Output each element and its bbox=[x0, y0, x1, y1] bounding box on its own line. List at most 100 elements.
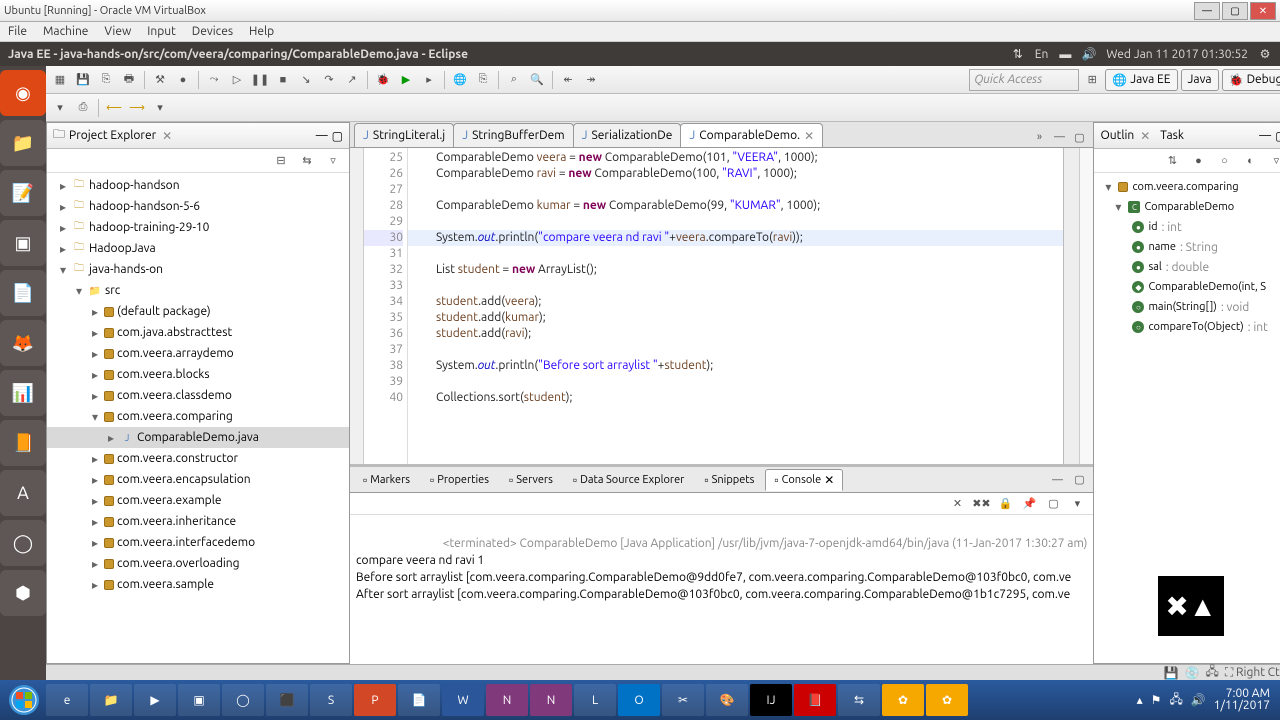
terminate-button[interactable]: ■ bbox=[273, 70, 293, 90]
tree-item[interactable]: ▸🗀hadoop-handson-5-6 bbox=[47, 196, 349, 217]
pdf-icon[interactable]: 📕 bbox=[794, 684, 836, 716]
software-center-icon[interactable]: A bbox=[0, 470, 46, 516]
tree-item[interactable]: ▾📁src bbox=[47, 280, 349, 301]
hide-static-button[interactable]: ○ bbox=[1214, 151, 1234, 171]
firefox-icon[interactable]: 🦊 bbox=[0, 320, 46, 366]
step-return-button[interactable]: ↗ bbox=[342, 70, 362, 90]
annotation-next-button[interactable]: ↠ bbox=[581, 70, 601, 90]
tree-item[interactable]: ▸JComparableDemo.java bbox=[47, 427, 349, 448]
explorer-icon[interactable]: 📁 bbox=[90, 684, 132, 716]
show-list-button[interactable]: » bbox=[1029, 127, 1049, 147]
tree-item[interactable]: ▸com.veera.overloading bbox=[47, 553, 349, 574]
link-editor-button[interactable]: ⇆ bbox=[297, 151, 317, 171]
gotomeeting-icon[interactable]: ✿ bbox=[882, 684, 924, 716]
tree-item[interactable]: ▸🗀hadoop-handson bbox=[47, 175, 349, 196]
intellij-icon[interactable]: IJ bbox=[750, 684, 792, 716]
suspend-button[interactable]: ❚❚ bbox=[250, 70, 270, 90]
app-icon[interactable]: ⬢ bbox=[0, 570, 46, 616]
minimize-console-button[interactable]: — bbox=[1047, 470, 1067, 490]
vb-menu-machine[interactable]: Machine bbox=[43, 25, 88, 38]
minimize-button[interactable]: — bbox=[1194, 2, 1220, 20]
winscp-icon[interactable]: ⇆ bbox=[838, 684, 880, 716]
hide-fields-button[interactable]: ● bbox=[1188, 151, 1208, 171]
run-button[interactable]: ▶ bbox=[396, 70, 416, 90]
clear-console-button[interactable]: ✕ bbox=[947, 494, 967, 514]
new-server-button[interactable]: 🌐 bbox=[450, 70, 470, 90]
skype-icon[interactable]: S bbox=[310, 684, 352, 716]
save-all-button[interactable]: ⎘ bbox=[96, 70, 116, 90]
libreoffice-calc-icon[interactable]: 📊 bbox=[0, 370, 46, 416]
resume-button[interactable]: ▷ bbox=[227, 70, 247, 90]
outlook-icon[interactable]: O bbox=[618, 684, 660, 716]
perspective-debug[interactable]: 🐞Debug bbox=[1222, 69, 1280, 91]
save-icon[interactable]: ⎙ bbox=[73, 98, 93, 118]
code-editor[interactable]: 25262728293031323334353637383940 Compara… bbox=[350, 148, 1093, 464]
console-output[interactable]: <terminated> ComparableDemo [Java Applic… bbox=[350, 515, 1093, 664]
tree-item[interactable]: ▸com.veera.inheritance bbox=[47, 511, 349, 532]
debug-button[interactable]: 🐞 bbox=[373, 70, 393, 90]
tree-item[interactable]: ▸com.veera.blocks bbox=[47, 364, 349, 385]
hide-nonpublic-button[interactable]: ◐ bbox=[1240, 151, 1260, 171]
bottom-tab-snippets[interactable]: ▫Snippets bbox=[695, 469, 763, 491]
network-icon[interactable]: ⇅ bbox=[1011, 47, 1025, 61]
tree-item[interactable]: ▾🗀java-hands-on bbox=[47, 259, 349, 280]
new-wizard-button[interactable]: ▾ bbox=[50, 98, 70, 118]
virtualbox-task-icon[interactable]: ▣ bbox=[178, 684, 220, 716]
tray-network-icon[interactable]: 🖧 bbox=[1169, 690, 1182, 711]
quick-access-input[interactable]: Quick Access bbox=[969, 69, 1079, 91]
close-outline-button[interactable]: ✕ bbox=[1140, 129, 1150, 143]
lync-icon[interactable]: L bbox=[574, 684, 616, 716]
open-console-button[interactable]: ▾ bbox=[1067, 494, 1087, 514]
new-button[interactable]: ▦ bbox=[50, 70, 70, 90]
tree-item[interactable]: ▸com.veera.encapsulation bbox=[47, 469, 349, 490]
tray-chevron-icon[interactable]: ▴ bbox=[1137, 693, 1143, 707]
libreoffice-writer-icon[interactable]: 📄 bbox=[0, 270, 46, 316]
terminal-icon[interactable]: ▣ bbox=[0, 220, 46, 266]
tree-item[interactable]: ▸🗀hadoop-training-29-10 bbox=[47, 217, 349, 238]
putty-icon[interactable]: ⬛ bbox=[266, 684, 308, 716]
remove-all-button[interactable]: ✖✖ bbox=[971, 494, 991, 514]
tree-item[interactable]: ▸(default package) bbox=[47, 301, 349, 322]
task-tab[interactable]: Task bbox=[1160, 129, 1184, 142]
tree-item[interactable]: ▸com.veera.example bbox=[47, 490, 349, 511]
ie-icon[interactable]: e bbox=[46, 684, 88, 716]
vb-menu-input[interactable]: Input bbox=[147, 25, 176, 38]
skip-button[interactable]: ⤳ bbox=[204, 70, 224, 90]
bottom-tab-markers[interactable]: ▫Markers bbox=[354, 469, 419, 491]
tray-volume-icon[interactable]: 🔊 bbox=[1191, 693, 1206, 707]
open-perspective-button[interactable]: ⊞ bbox=[1082, 70, 1102, 90]
bottom-tab-data-source-explorer[interactable]: ▫Data Source Explorer bbox=[564, 469, 693, 491]
close-view-button[interactable]: ✕ bbox=[162, 129, 172, 143]
sort-button[interactable]: ⇅ bbox=[1162, 151, 1182, 171]
save-button[interactable]: 💾 bbox=[73, 70, 93, 90]
outline-menu-button[interactable]: ▿ bbox=[1266, 151, 1280, 171]
dash-icon[interactable]: ◉ bbox=[0, 70, 46, 116]
vb-menu-devices[interactable]: Devices bbox=[192, 25, 233, 38]
maximize-console-button[interactable]: ▢ bbox=[1069, 470, 1089, 490]
gear-icon[interactable]: ⚙ bbox=[1258, 47, 1272, 61]
battery-icon[interactable]: ▬ bbox=[1058, 47, 1072, 61]
powerpoint-icon[interactable]: P bbox=[354, 684, 396, 716]
onenote2-icon[interactable]: N bbox=[530, 684, 572, 716]
run-last-button[interactable]: ▸ bbox=[419, 70, 439, 90]
start-button[interactable] bbox=[4, 684, 44, 716]
maximize-outline-button[interactable]: ▢ bbox=[1275, 129, 1280, 143]
perspective-javaee[interactable]: 🌐Java EE bbox=[1105, 69, 1177, 91]
editor-tab[interactable]: JSerializationDe bbox=[573, 123, 682, 147]
pin-console-button[interactable]: 📌 bbox=[1019, 494, 1039, 514]
tree-item[interactable]: ▾com.veera.comparing bbox=[47, 406, 349, 427]
tree-item[interactable]: ▸🗀HadoopJava bbox=[47, 238, 349, 259]
search-button[interactable]: 🔍 bbox=[527, 70, 547, 90]
step-over-button[interactable]: ↷ bbox=[319, 70, 339, 90]
libreoffice-impress-icon[interactable]: 📙 bbox=[0, 420, 46, 466]
perspective-java[interactable]: Java bbox=[1181, 69, 1219, 91]
project-tree[interactable]: ▸🗀hadoop-handson▸🗀hadoop-handson-5-6▸🗀ha… bbox=[47, 173, 349, 663]
annotation-prev-button[interactable]: ↞ bbox=[558, 70, 578, 90]
gotomeeting2-icon[interactable]: ✿ bbox=[926, 684, 968, 716]
tree-item[interactable]: ▸com.veera.interfacedemo bbox=[47, 532, 349, 553]
tree-item[interactable]: ▸com.veera.sample bbox=[47, 574, 349, 595]
build-button[interactable]: ⚒ bbox=[150, 70, 170, 90]
notepad-icon[interactable]: 📄 bbox=[398, 684, 440, 716]
chrome-task-icon[interactable]: ◯ bbox=[222, 684, 264, 716]
toggle-breakpoint-button[interactable]: ● bbox=[173, 70, 193, 90]
